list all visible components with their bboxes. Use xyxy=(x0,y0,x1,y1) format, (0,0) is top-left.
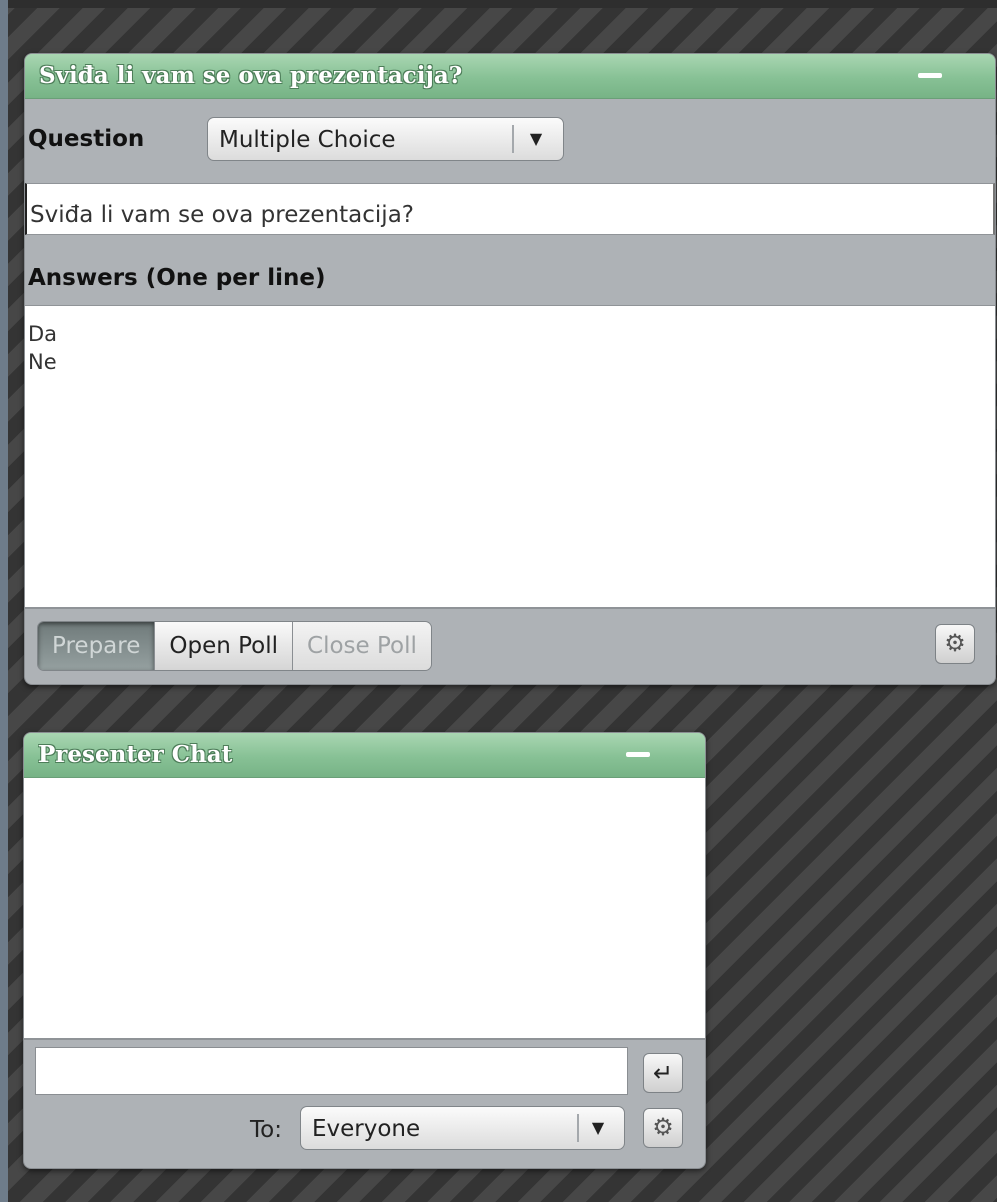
dropdown-divider xyxy=(512,125,514,153)
chat-minimize-button[interactable] xyxy=(621,739,655,765)
answer-line: Da xyxy=(28,322,58,346)
poll-settings-button[interactable]: ⚙ xyxy=(935,624,975,664)
poll-panel-header[interactable]: Sviđa li vam se ova prezentacija? xyxy=(25,54,995,99)
question-label: Question xyxy=(28,126,145,152)
enter-icon: ↵ xyxy=(652,1059,674,1087)
answers-label: Answers (One per line) xyxy=(28,265,326,291)
poll-panel: Sviđa li vam se ova prezentacija? Questi… xyxy=(24,53,996,685)
open-poll-button[interactable]: Open Poll xyxy=(155,622,294,670)
chat-message-area[interactable] xyxy=(24,778,705,1040)
send-button[interactable]: ↵ xyxy=(643,1053,683,1093)
poll-state-buttons: Prepare Open Poll Close Poll xyxy=(37,621,432,671)
gear-icon: ⚙ xyxy=(944,629,966,657)
chat-settings-button[interactable]: ⚙ xyxy=(643,1108,683,1148)
presenter-chat-panel: Presenter Chat ↵ To: Everyone ▼ ⚙ xyxy=(23,732,706,1169)
question-text-input[interactable] xyxy=(25,183,995,235)
top-strip xyxy=(0,0,997,8)
chevron-down-icon: ▼ xyxy=(591,1118,605,1137)
left-edge-strip xyxy=(0,0,8,1202)
answers-textarea[interactable]: Da Ne xyxy=(25,305,995,609)
question-type-value: Multiple Choice xyxy=(219,127,396,153)
prepare-button[interactable]: Prepare xyxy=(38,622,156,670)
recipient-dropdown[interactable]: Everyone ▼ xyxy=(300,1106,625,1150)
dropdown-divider xyxy=(577,1114,579,1142)
gear-icon: ⚙ xyxy=(652,1113,674,1141)
minimize-icon xyxy=(626,752,650,757)
close-poll-button[interactable]: Close Poll xyxy=(293,622,431,670)
poll-minimize-button[interactable] xyxy=(913,60,947,86)
to-label: To: xyxy=(250,1117,282,1143)
chevron-down-icon: ▼ xyxy=(529,129,543,148)
minimize-icon xyxy=(918,73,942,78)
poll-panel-title: Sviđa li vam se ova prezentacija? xyxy=(39,62,463,89)
question-type-dropdown[interactable]: Multiple Choice ▼ xyxy=(207,117,564,161)
chat-panel-header[interactable]: Presenter Chat xyxy=(24,733,705,778)
answer-line: Ne xyxy=(28,350,57,374)
recipient-value: Everyone xyxy=(312,1116,421,1142)
chat-panel-title: Presenter Chat xyxy=(38,741,233,768)
chat-message-input[interactable] xyxy=(35,1047,628,1095)
